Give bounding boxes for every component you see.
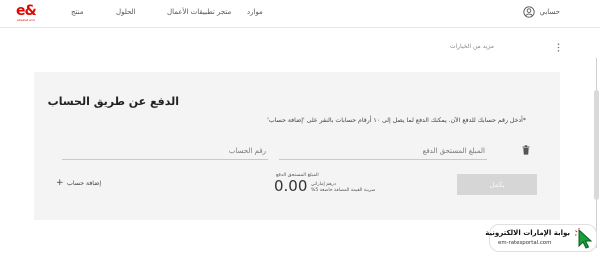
currency-label: درهم إماراتي (311, 182, 336, 187)
add-account-button[interactable]: + إضافة حساب (56, 179, 116, 189)
continue-button[interactable]: يكمل (457, 174, 537, 195)
page-title: الدفع عن طريق الحساب (47, 95, 179, 108)
logo-subtitle: etisalat and (17, 18, 35, 22)
total-amount-summary: المبلغ المستحق الدفع 0.00 درهم إماراتي ض… (274, 172, 384, 200)
page-scrollbar[interactable] (592, 28, 600, 254)
scrollbar-thumb[interactable] (594, 90, 599, 200)
watermark-url: em-ratesportal.com (498, 240, 552, 246)
watermark-badge: بوابة الإمارات الالكترونية em-ratesporta… (485, 224, 597, 252)
instructions-text: *أدخل رقم حسابك للدفع الآن. يمكنك الدفع … (267, 117, 526, 124)
nav-link-solutions[interactable]: الحلول (116, 8, 136, 16)
plus-icon: + (56, 178, 64, 188)
nav-link-business-app-store[interactable]: متجر تطبيقات الأعمال (167, 8, 231, 16)
total-value: 0.00 (274, 177, 308, 195)
account-label: حسابي (539, 8, 561, 16)
account-menu[interactable]: حسابي (520, 6, 561, 20)
more-options-label: مزيد من الخيارات (449, 43, 494, 50)
account-number-field[interactable]: رقم الحساب (62, 146, 268, 160)
account-number-placeholder: رقم الحساب (228, 147, 266, 155)
top-navigation: e& etisalat and منتج الحلول متجر تطبيقات… (0, 0, 600, 28)
amount-due-placeholder: المبلغ المستحق الدفع (422, 147, 485, 155)
watermark-title: بوابة الإمارات الالكترونية (485, 229, 570, 237)
logo-mark: e& (16, 3, 37, 19)
brand-logo[interactable]: e& etisalat and (16, 4, 40, 24)
add-account-label: إضافة حساب (67, 180, 102, 187)
vat-note: ضريبة القيمة المضافة خاضعة 5% (311, 188, 376, 193)
cursor-icon (575, 228, 593, 249)
amount-due-field[interactable]: المبلغ المستحق الدفع (279, 146, 487, 160)
kebab-menu-icon[interactable] (557, 43, 560, 52)
trash-icon[interactable] (522, 145, 530, 155)
nav-link-resources[interactable]: موارد (247, 8, 263, 16)
pay-by-account-card: الدفع عن طريق الحساب *أدخل رقم حسابك للد… (34, 72, 560, 220)
nav-link-product[interactable]: منتج (71, 8, 84, 16)
